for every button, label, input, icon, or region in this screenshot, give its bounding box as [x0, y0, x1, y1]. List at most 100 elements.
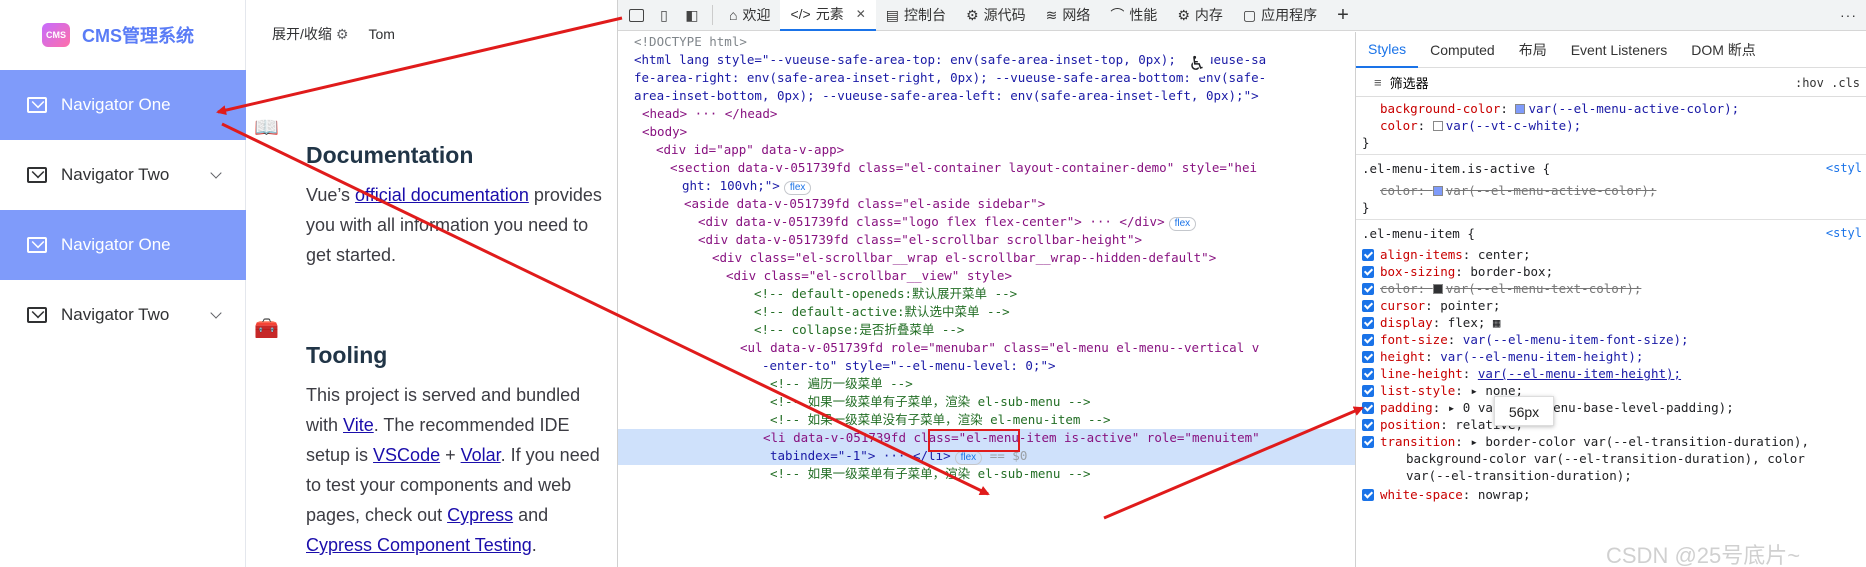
property-checkbox[interactable] [1362, 249, 1374, 261]
dom-line[interactable]: <div data-v-051739fd class="el-scrollbar… [618, 231, 1355, 249]
css-property-overridden[interactable]: color: var(--el-menu-active-color); [1362, 182, 1862, 199]
dom-line[interactable]: area-inset-bottom, 0px); --vueuse-safe-a… [618, 87, 1355, 105]
tab-elements[interactable]: </> 元素 ✕ [780, 0, 876, 31]
css-property[interactable]: background-color: var(--el-menu-active-c… [1362, 100, 1862, 117]
css-property[interactable]: transition: ▸ border-color var(--el-tran… [1362, 433, 1862, 450]
flex-editor-icon[interactable]: ▦ [1493, 315, 1501, 330]
css-selector[interactable]: .el-menu-item {<styl [1362, 225, 1862, 242]
dom-line[interactable]: <head> ··· </head> [618, 105, 1355, 123]
css-selector[interactable]: .el-menu-item.is-active {<styl [1362, 160, 1862, 177]
dom-line[interactable]: <div id="app" data-v-app> [618, 141, 1355, 159]
dock-side-icon[interactable]: ◧ [678, 0, 706, 31]
css-property[interactable]: list-style: ▸ none; [1362, 382, 1862, 399]
css-property[interactable]: color: var(--vt-c-white); [1362, 117, 1862, 134]
tab-welcome[interactable]: ⌂ 欢迎 [719, 0, 780, 31]
property-checkbox[interactable] [1362, 489, 1374, 501]
css-property[interactable]: position: relative; [1362, 416, 1862, 433]
property-checkbox[interactable] [1362, 402, 1374, 414]
close-icon[interactable]: ✕ [856, 7, 866, 21]
css-property[interactable]: align-items: center; [1362, 246, 1862, 263]
css-property[interactable]: display: flex; ▦ [1362, 314, 1862, 331]
css-property[interactable]: box-sizing: border-box; [1362, 263, 1862, 280]
gear-icon[interactable]: ⚙ [336, 26, 349, 43]
rule-source-link[interactable]: <styl [1826, 160, 1862, 177]
property-checkbox[interactable] [1362, 266, 1374, 278]
dom-line[interactable]: <body> [618, 123, 1355, 141]
cypress-component-testing-link[interactable]: Cypress Component Testing [306, 535, 532, 555]
dom-line[interactable]: <div class="el-scrollbar__view" style> [618, 267, 1355, 285]
css-property[interactable]: height: var(--el-menu-item-height); [1362, 348, 1862, 365]
hov-cls-toggle[interactable]: :hov .cls [1795, 76, 1860, 90]
color-swatch[interactable] [1432, 121, 1443, 131]
dom-comment[interactable]: <!-- 如果一级菜单有子菜单，渲染 el-sub-menu --> [618, 465, 1355, 483]
device-toolbar-icon[interactable]: ▯ [650, 0, 678, 31]
submenu-navigator-two-2[interactable]: Navigator Two [0, 280, 246, 350]
property-checkbox[interactable] [1362, 385, 1374, 397]
property-checkbox[interactable] [1362, 436, 1374, 448]
dom-line[interactable]: <ul data-v-051739fd role="menubar" class… [618, 339, 1355, 357]
vite-link[interactable]: Vite [343, 415, 374, 435]
dom-line[interactable]: <html lang style="--vueuse-safe-area-top… [618, 51, 1355, 69]
css-property[interactable]: font-size: var(--el-menu-item-font-size)… [1362, 331, 1862, 348]
vscode-link[interactable]: VSCode [373, 445, 440, 465]
dom-comment[interactable]: <!-- 遍历一级菜单 --> [618, 375, 1355, 393]
dom-comment[interactable]: <!-- 如果一级菜单有子菜单，渲染 el-sub-menu --> [618, 393, 1355, 411]
more-options-icon[interactable]: ··· [1840, 7, 1866, 23]
property-checkbox[interactable] [1362, 334, 1374, 346]
property-checkbox[interactable] [1362, 317, 1374, 329]
dom-line[interactable]: fe-area-right: env(safe-area-inset-right… [618, 69, 1355, 87]
submenu-navigator-two[interactable]: Navigator Two [0, 140, 246, 210]
dom-line[interactable]: <section data-v-051739fd class="el-conta… [618, 159, 1355, 177]
add-tab-button[interactable]: + [1327, 0, 1359, 31]
volar-link[interactable]: Volar [461, 445, 501, 465]
tab-dom-breakpoints[interactable]: DOM 断点 [1679, 32, 1768, 68]
css-property-line-height[interactable]: line-height: var(--el-menu-item-height); [1362, 365, 1862, 382]
flex-badge[interactable]: flex [1168, 217, 1197, 231]
dom-line[interactable]: <aside data-v-051739fd class="el-aside s… [618, 195, 1355, 213]
devtools-toolbar: ▯ ◧ ⌂ 欢迎 </> 元素 ✕ ▤ 控制台 ⚙ 源代码 ≋ 网络 ⌒ 性能 ⚙ 内存 ▢ 应用… [618, 0, 1866, 31]
property-checkbox[interactable] [1362, 419, 1374, 431]
property-checkbox[interactable] [1362, 300, 1374, 312]
tab-performance[interactable]: ⌒ 性能 [1100, 0, 1167, 31]
dom-comment[interactable]: <!-- 如果一级菜单没有子菜单，渲染 el-menu-item --> [618, 411, 1355, 429]
rule-source-link[interactable]: <styl [1826, 225, 1862, 242]
dom-comment[interactable]: <!-- collapse:是否折叠菜单 --> [618, 321, 1355, 339]
menu-item-label: Navigator Two [61, 305, 170, 324]
dom-comment[interactable]: <!-- default-active:默认选中菜单 --> [618, 303, 1355, 321]
css-property[interactable]: padding: ▸ 0 var(--el-menu-base-level-pa… [1362, 399, 1862, 416]
flex-badge[interactable]: flex [954, 451, 983, 465]
flex-badge[interactable]: flex [783, 181, 812, 195]
dom-comment[interactable]: <!-- default-openeds:默认展开菜单 --> [618, 285, 1355, 303]
tab-memory[interactable]: ⚙ 内存 [1167, 0, 1233, 31]
tab-event-listeners[interactable]: Event Listeners [1559, 32, 1680, 68]
tab-styles[interactable]: Styles [1356, 32, 1419, 68]
property-checkbox[interactable] [1362, 283, 1374, 295]
tab-console[interactable]: ▤ 控制台 [876, 0, 956, 31]
property-checkbox[interactable] [1362, 351, 1374, 363]
tab-network[interactable]: ≋ 网络 [1036, 0, 1101, 31]
cypress-link[interactable]: Cypress [447, 505, 513, 525]
menu-item-navigator-one-2[interactable]: Navigator One [0, 210, 246, 280]
dom-line[interactable]: <div class="el-scrollbar__wrap el-scroll… [618, 249, 1355, 267]
color-swatch[interactable] [1515, 104, 1526, 114]
property-checkbox[interactable] [1362, 368, 1374, 380]
collapse-toggle[interactable]: 展开/收缩 [272, 24, 332, 44]
dom-line[interactable]: ght: 100vh;"> flex [618, 177, 1355, 195]
official-docs-link[interactable]: official documentation [355, 185, 529, 205]
css-property[interactable]: cursor: pointer; [1362, 297, 1862, 314]
dom-line[interactable]: <div data-v-051739fd class="logo flex fl… [618, 213, 1355, 231]
menu-item-navigator-one[interactable]: Navigator One [0, 70, 246, 140]
dom-line[interactable]: <!DOCTYPE html> [618, 33, 1355, 51]
tab-layout[interactable]: 布局 [1507, 32, 1559, 68]
color-swatch[interactable] [1432, 186, 1443, 196]
tab-sources[interactable]: ⚙ 源代码 [956, 0, 1036, 31]
styles-filter-input[interactable]: 筛选器 [1390, 73, 1429, 92]
tab-computed[interactable]: Computed [1418, 32, 1507, 68]
accessibility-icon[interactable]: ♿ [1183, 50, 1211, 78]
dom-line[interactable]: -enter-to" style="--el-menu-level: 0;"> [618, 357, 1355, 375]
color-swatch[interactable] [1432, 284, 1443, 294]
inspect-element-icon[interactable] [622, 0, 650, 31]
css-property-overridden[interactable]: color: var(--el-menu-text-color); [1362, 280, 1862, 297]
tab-application[interactable]: ▢ 应用程序 [1233, 0, 1327, 31]
css-property[interactable]: white-space: nowrap; [1362, 486, 1862, 503]
